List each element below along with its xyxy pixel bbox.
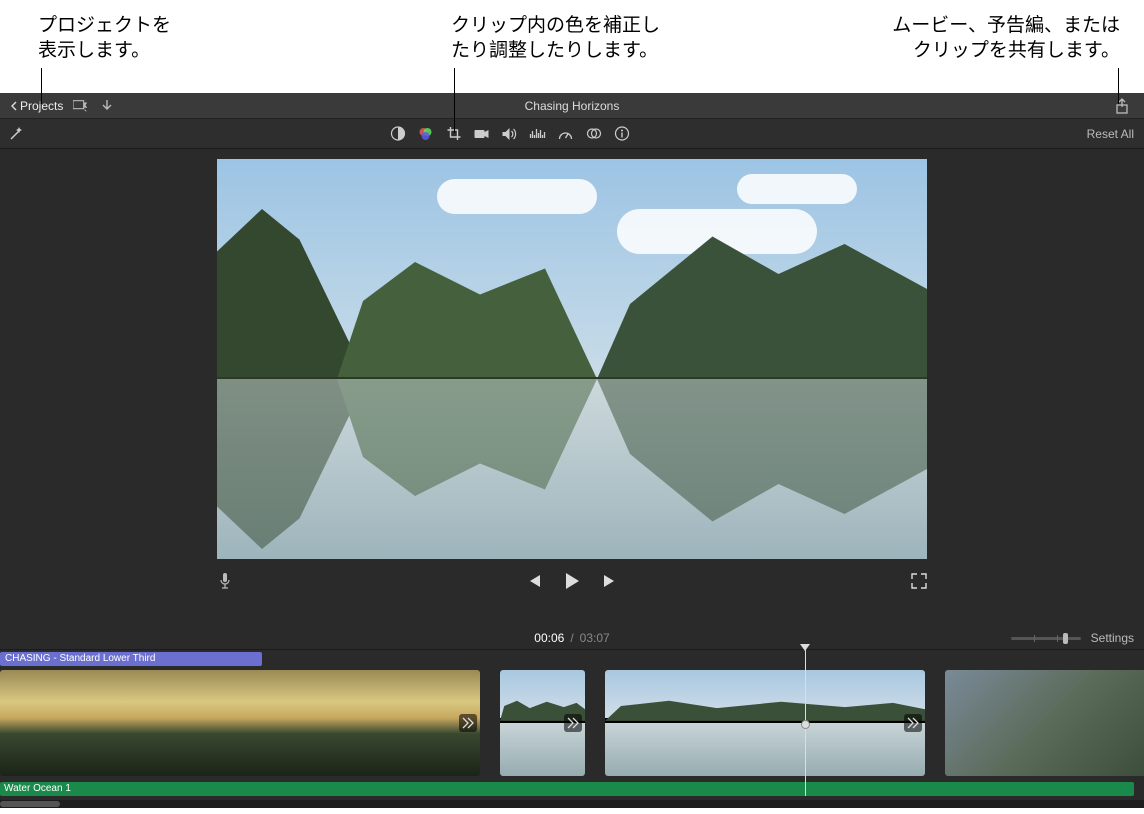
callout-color: クリップ内の色を補正し たり調整したりします。	[451, 14, 660, 63]
imovie-window: Projects Chasing Horizons	[0, 93, 1144, 808]
scrollbar-thumb[interactable]	[0, 801, 60, 807]
fullscreen-icon[interactable]	[911, 573, 927, 589]
transport-controls	[217, 561, 927, 601]
info-icon[interactable]	[614, 126, 630, 142]
voiceover-mic-icon[interactable]	[217, 573, 233, 589]
color-correction-icon[interactable]	[418, 126, 434, 142]
toolbar-left	[0, 126, 24, 142]
import-icon[interactable]	[99, 98, 115, 114]
title-clip[interactable]: CHASING - Standard Lower Third	[0, 652, 262, 666]
media-library-icon[interactable]	[73, 98, 89, 114]
playhead[interactable]	[805, 650, 806, 796]
timeline-clip[interactable]	[0, 670, 480, 776]
skip-forward-icon[interactable]	[602, 573, 618, 589]
callout-projects: プロジェクトを 表示します。	[38, 14, 171, 63]
callout-leader	[454, 68, 455, 133]
share-icon[interactable]	[1114, 98, 1130, 114]
zoom-slider-thumb[interactable]	[1063, 633, 1068, 644]
projects-button[interactable]: Projects	[10, 99, 63, 113]
annotation-layer: プロジェクトを 表示します。 クリップ内の色を補正し たり調整したりします。 ム…	[0, 0, 1144, 93]
transition-icon[interactable]	[459, 714, 477, 732]
reset-all-button[interactable]: Reset All	[1087, 127, 1144, 141]
chevron-left-icon	[10, 101, 18, 111]
timeline-scrollbar[interactable]	[0, 800, 1144, 808]
titlebar-left: Projects	[0, 98, 115, 114]
adjust-toolbar: Reset All	[0, 119, 1144, 149]
timeline-clip[interactable]	[605, 670, 925, 776]
time-display: 00:06 / 03:07	[534, 631, 609, 645]
clip-row	[0, 670, 1144, 776]
speed-icon[interactable]	[558, 126, 574, 142]
timeline-clip[interactable]	[945, 670, 1144, 776]
total-duration: 03:07	[580, 631, 610, 645]
play-icon[interactable]	[564, 573, 580, 589]
callout-leader	[41, 68, 42, 104]
titlebar: Projects Chasing Horizons	[0, 93, 1144, 119]
playhead-knob[interactable]	[801, 720, 810, 729]
volume-icon[interactable]	[502, 126, 518, 142]
audio-row: Water Ocean 1	[0, 782, 1144, 796]
noise-reduction-icon[interactable]	[530, 126, 546, 142]
toolbar-center	[515, 126, 630, 142]
stabilization-icon[interactable]	[474, 126, 490, 142]
zoom-slider[interactable]	[1011, 637, 1081, 640]
callout-leader	[1118, 68, 1119, 104]
enhance-wand-icon[interactable]	[8, 126, 24, 142]
viewer-area	[0, 149, 1144, 627]
clip-filter-icon[interactable]	[586, 126, 602, 142]
color-balance-icon[interactable]	[390, 126, 406, 142]
transition-icon[interactable]	[904, 714, 922, 732]
time-separator: /	[570, 631, 573, 645]
audio-clip[interactable]: Water Ocean 1	[0, 782, 1134, 796]
timeline[interactable]: CHASING - Standard Lower Third Water Oce…	[0, 649, 1144, 808]
callout-share: ムービー、予告編、または クリップを共有します。	[790, 14, 1120, 63]
timebar: 00:06 / 03:07 Settings	[0, 627, 1144, 649]
current-time: 00:06	[534, 631, 564, 645]
timeline-clip[interactable]	[500, 670, 585, 776]
transition-icon[interactable]	[564, 714, 582, 732]
project-title: Chasing Horizons	[0, 99, 1144, 113]
viewer-video[interactable]	[217, 159, 927, 559]
skip-back-icon[interactable]	[526, 573, 542, 589]
settings-button[interactable]: Settings	[1091, 631, 1134, 645]
